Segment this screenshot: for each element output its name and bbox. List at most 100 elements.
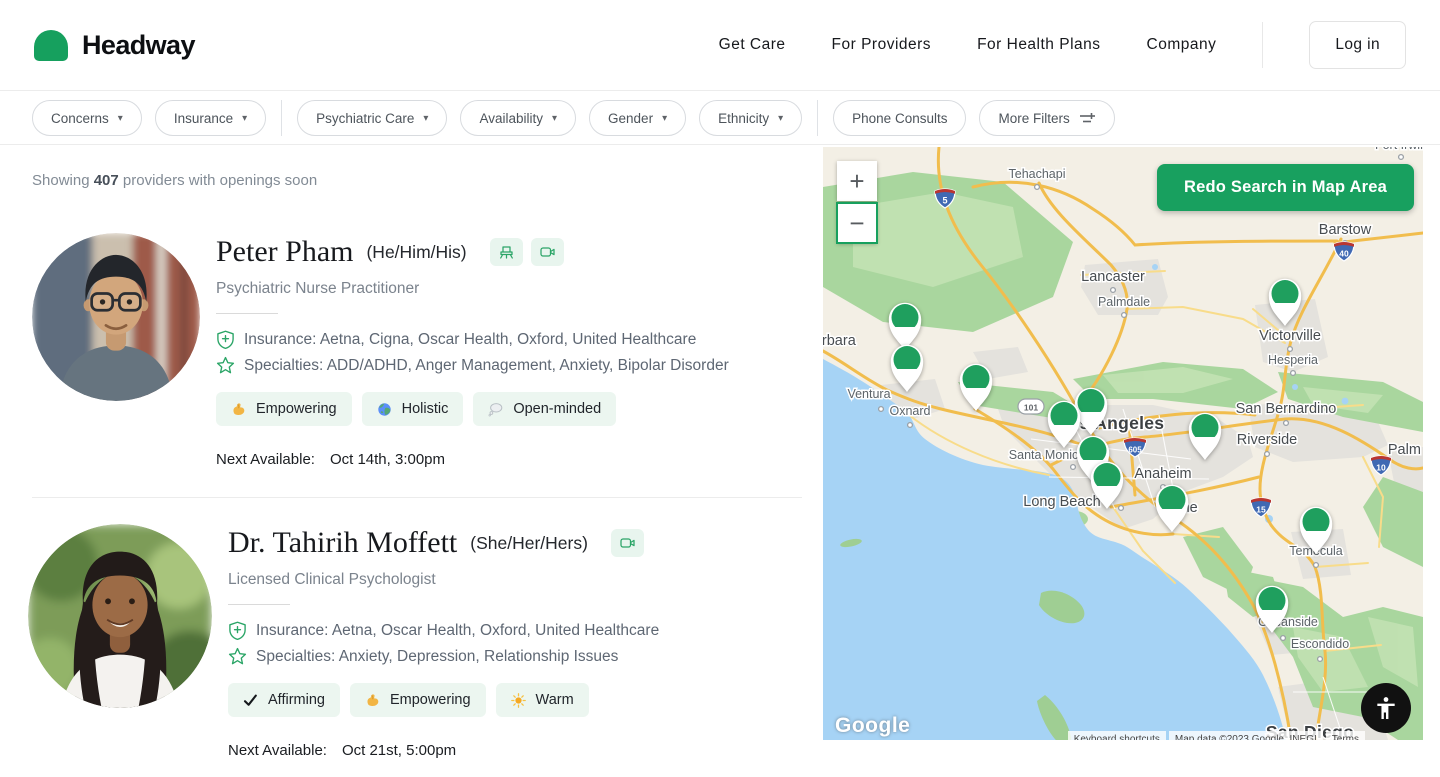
- zoom-out-button[interactable]: −: [837, 203, 877, 243]
- zoom-in-button[interactable]: +: [837, 161, 877, 201]
- svg-text:Santa Barbara: Santa Barbara: [823, 333, 857, 349]
- provider-name[interactable]: Dr. Tahirih Moffett: [228, 526, 457, 560]
- provider-info: Peter Pham (He/Him/His): [216, 233, 729, 468]
- provider-pronouns: (She/Her/Hers): [470, 533, 588, 554]
- svg-text:5: 5: [942, 196, 947, 206]
- svg-text:Santa Monica: Santa Monica: [1009, 448, 1085, 462]
- map[interactable]: Fort Irwin Tehachapi Barstow Lancaster P…: [823, 147, 1423, 740]
- divider: [228, 604, 290, 605]
- svg-text:Long Beach: Long Beach: [1023, 494, 1100, 510]
- svg-text:Anaheim: Anaheim: [1134, 466, 1191, 482]
- google-logo: Google: [835, 714, 910, 738]
- headway-logo[interactable]: Headway: [34, 30, 195, 61]
- next-available-value: Oct 14th, 3:00pm: [330, 451, 445, 468]
- filter-insurance[interactable]: Insurance▾: [155, 100, 266, 136]
- trait-badge: Empowering: [350, 683, 486, 717]
- accessibility-button[interactable]: [1361, 683, 1411, 733]
- flex-icon: [231, 402, 246, 417]
- provider-results-list: Showing 407 providers with openings soon: [0, 145, 823, 777]
- svg-text:40: 40: [1339, 249, 1349, 259]
- chevron-down-icon: ▾: [662, 113, 667, 124]
- specialties-star-icon: [216, 356, 235, 375]
- headway-logo-icon: [34, 30, 68, 61]
- insurance-list: Insurance: Aetna, Cigna, Oscar Health, O…: [244, 331, 696, 349]
- provider-photo[interactable]: [32, 233, 200, 401]
- filter-availability[interactable]: Availability▾: [460, 100, 576, 136]
- nav-for-providers[interactable]: For Providers: [832, 36, 932, 54]
- redo-search-button[interactable]: Redo Search in Map Area: [1157, 164, 1414, 211]
- map-data-text: Map data ©2023 Google, INEGI: [1169, 731, 1323, 740]
- check-icon: [243, 693, 258, 708]
- specialties-list: Specialties: Anxiety, Depression, Relati…: [256, 648, 618, 666]
- provider-title: Licensed Clinical Psychologist: [228, 571, 659, 589]
- trait-badge: Open-minded: [473, 392, 616, 426]
- svg-text:Barstow: Barstow: [1319, 222, 1372, 238]
- keyboard-shortcuts-link[interactable]: Keyboard shortcuts: [1068, 731, 1166, 740]
- thought-bubble-icon: [488, 402, 503, 417]
- login-button[interactable]: Log in: [1309, 21, 1406, 69]
- svg-text:101: 101: [1024, 403, 1038, 413]
- svg-text:Escondido: Escondido: [1291, 637, 1349, 651]
- filter-group-divider: [817, 100, 818, 136]
- primary-nav: Get Care For Providers For Health Plans …: [719, 21, 1406, 69]
- nav-get-care[interactable]: Get Care: [719, 36, 786, 54]
- trait-badge: Warm: [496, 683, 589, 717]
- flex-icon: [365, 693, 380, 708]
- top-navigation-bar: Headway Get Care For Providers For Healt…: [0, 0, 1440, 91]
- provider-pronouns: (He/Him/His): [366, 242, 466, 263]
- next-available-label: Next Available:: [228, 742, 327, 759]
- svg-text:15: 15: [1256, 505, 1266, 515]
- provider-photo[interactable]: [28, 524, 212, 708]
- provider-name[interactable]: Peter Pham: [216, 235, 353, 269]
- chevron-down-icon: ▾: [778, 113, 783, 124]
- filter-ethnicity[interactable]: Ethnicity▾: [699, 100, 802, 136]
- next-available-value: Oct 21st, 5:00pm: [342, 742, 456, 759]
- filter-psychiatric-care[interactable]: Psychiatric Care▾: [297, 100, 447, 136]
- brand-name: Headway: [82, 30, 195, 61]
- trait-badge: Holistic: [362, 392, 464, 426]
- nav-company[interactable]: Company: [1147, 36, 1217, 54]
- provider-card: Dr. Tahirih Moffett (She/Her/Hers) Licen…: [32, 524, 823, 759]
- in-person-chair-icon: [490, 238, 523, 266]
- specialties-star-icon: [228, 647, 247, 666]
- svg-text:Oxnard: Oxnard: [890, 404, 931, 418]
- svg-text:Fort Irwin: Fort Irwin: [1375, 147, 1423, 152]
- svg-text:10: 10: [1376, 463, 1386, 473]
- globe-icon: [377, 402, 392, 417]
- svg-text:605: 605: [1128, 446, 1142, 455]
- provider-info: Dr. Tahirih Moffett (She/Her/Hers) Licen…: [228, 524, 659, 759]
- svg-text:Lancaster: Lancaster: [1081, 269, 1145, 285]
- results-count: 407: [94, 172, 119, 189]
- svg-text:Riverside: Riverside: [1237, 432, 1297, 448]
- filter-more-filters[interactable]: More Filters: [979, 100, 1114, 136]
- svg-text:Hesperia: Hesperia: [1268, 353, 1318, 367]
- chevron-down-icon: ▾: [242, 113, 247, 124]
- terms-link[interactable]: Terms: [1326, 731, 1365, 740]
- map-zoom-controls: + −: [837, 161, 877, 243]
- filter-phone-consults[interactable]: Phone Consults: [833, 100, 966, 136]
- results-count-line: Showing 407 providers with openings soon: [32, 172, 823, 189]
- svg-text:Ventura: Ventura: [847, 387, 890, 401]
- filter-lines-icon: [1079, 112, 1096, 124]
- map-attribution: Keyboard shortcuts Map data ©2023 Google…: [1068, 731, 1365, 740]
- card-separator: [32, 497, 802, 498]
- nav-for-health-plans[interactable]: For Health Plans: [977, 36, 1100, 54]
- svg-text:Victorville: Victorville: [1259, 328, 1321, 344]
- specialties-list: Specialties: ADD/ADHD, Anger Management,…: [244, 357, 729, 375]
- chevron-down-icon: ▾: [552, 113, 557, 124]
- provider-card: Peter Pham (He/Him/His): [32, 233, 823, 468]
- insurance-list: Insurance: Aetna, Oscar Health, Oxford, …: [256, 622, 659, 640]
- trait-badge: Affirming: [228, 683, 340, 717]
- filter-concerns[interactable]: Concerns▾: [32, 100, 142, 136]
- next-available-label: Next Available:: [216, 451, 315, 468]
- trait-badge: Empowering: [216, 392, 352, 426]
- nav-divider: [1262, 22, 1263, 68]
- filter-group-divider: [281, 100, 282, 136]
- chevron-down-icon: ▾: [423, 113, 428, 124]
- insurance-shield-icon: [228, 621, 247, 640]
- divider: [216, 313, 278, 314]
- svg-text:Palm Springs: Palm Springs: [1388, 442, 1423, 458]
- filter-gender[interactable]: Gender▾: [589, 100, 686, 136]
- svg-text:Tehachapi: Tehachapi: [1009, 167, 1066, 181]
- provider-title: Psychiatric Nurse Practitioner: [216, 280, 729, 298]
